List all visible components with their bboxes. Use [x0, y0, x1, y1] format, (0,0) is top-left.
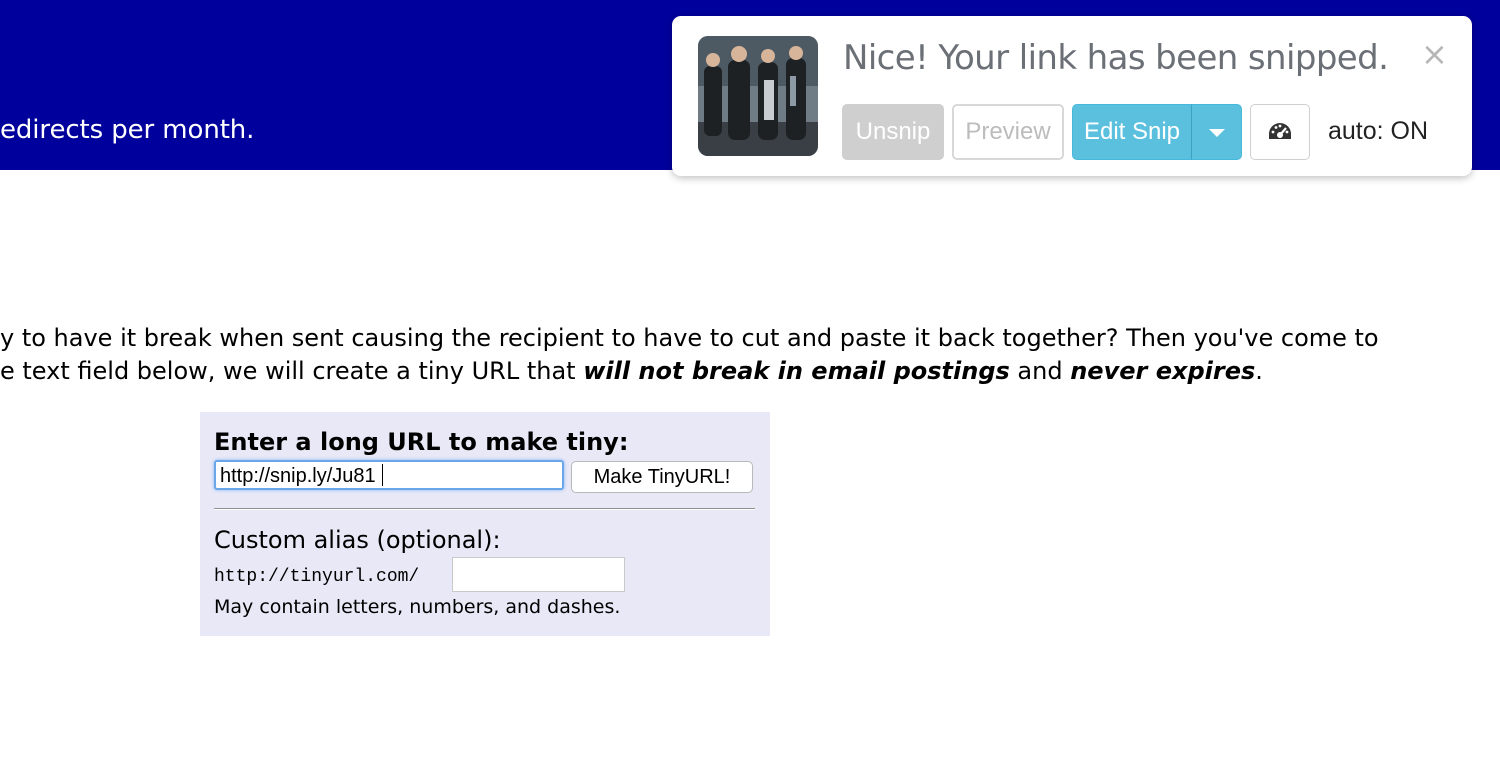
edit-snip-dropdown-toggle[interactable]: [1191, 104, 1242, 160]
custom-alias-label: Custom alias (optional):: [214, 526, 501, 554]
alias-hint: May contain letters, numbers, and dashes…: [214, 596, 621, 618]
form-divider: [214, 508, 755, 510]
make-tinyurl-button[interactable]: Make TinyURL!: [571, 461, 753, 493]
edit-snip-button[interactable]: Edit Snip: [1072, 104, 1192, 160]
stats-button[interactable]: [1250, 104, 1310, 160]
alias-url-prefix: http://tinyurl.com/: [214, 567, 420, 587]
text-caret: [381, 464, 383, 486]
close-icon[interactable]: ×: [1421, 38, 1448, 70]
snip-thumbnail: [698, 36, 818, 156]
banner-tagline: edirects per month.: [0, 115, 255, 145]
url-form-heading: Enter a long URL to make tiny:: [214, 428, 629, 456]
intro-emphasis-no-break: will not break in email postings: [583, 357, 1010, 385]
long-url-value: http://snip.ly/Ju81: [220, 465, 376, 487]
unsnip-button[interactable]: Unsnip: [842, 104, 944, 160]
intro-text: and: [1009, 357, 1071, 385]
intro-line-2: e text field below, we will create a tin…: [0, 355, 1263, 388]
gauge-icon: [1269, 123, 1291, 139]
intro-text: e text field below, we will create a tin…: [0, 357, 584, 385]
intro-line-1: y to have it break when sent causing the…: [0, 324, 1379, 352]
caret-down-icon: [1209, 129, 1225, 137]
auto-snip-status[interactable]: auto: ON: [1328, 117, 1428, 146]
intro-text: .: [1255, 357, 1263, 385]
preview-button[interactable]: Preview: [952, 104, 1064, 160]
intro-emphasis-never-expires: never expires: [1070, 357, 1256, 385]
custom-alias-input[interactable]: [452, 557, 625, 592]
snip-success-message: Nice! Your link has been snipped.: [843, 38, 1389, 78]
long-url-input[interactable]: http://snip.ly/Ju81: [214, 460, 564, 490]
